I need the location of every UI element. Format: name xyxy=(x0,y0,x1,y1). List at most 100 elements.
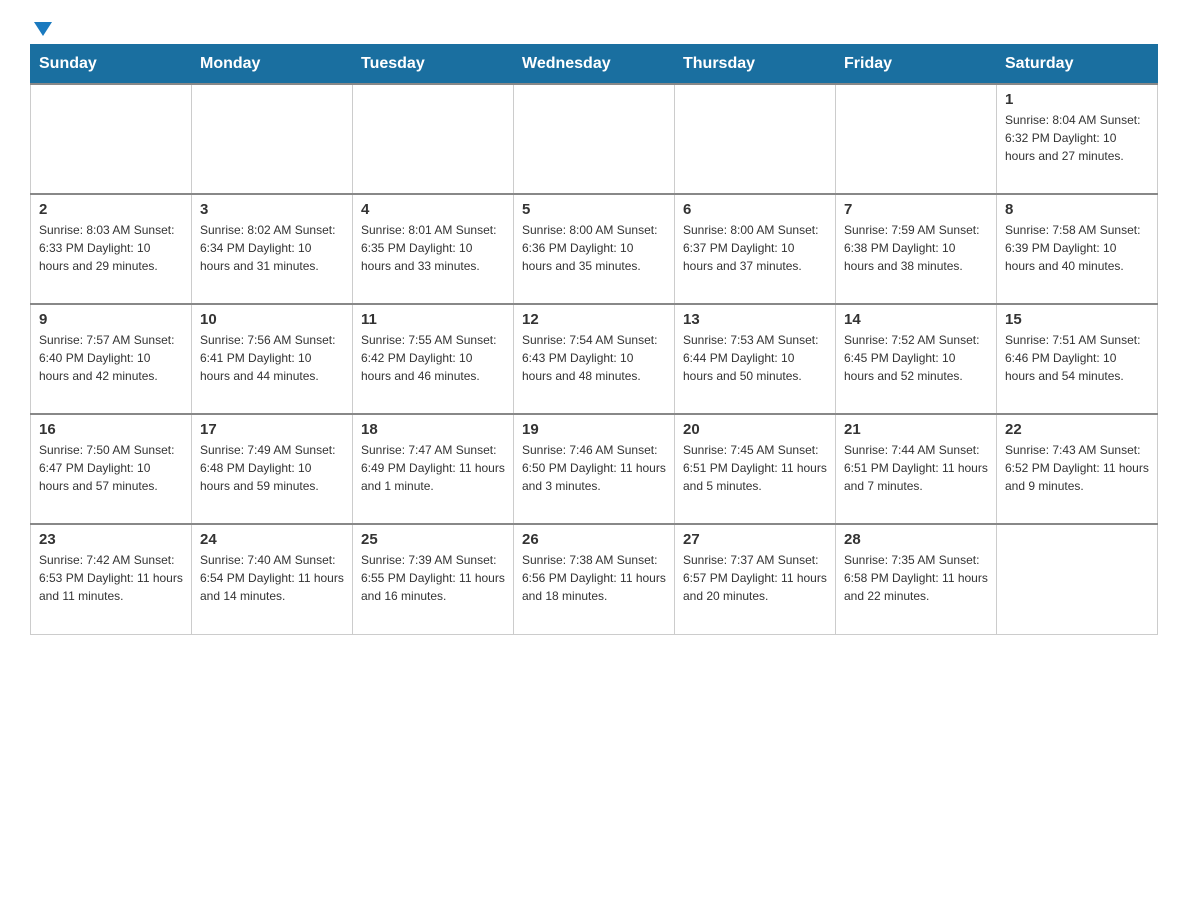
calendar-cell: 12 Sunrise: 7:54 AM Sunset: 6:43 PM Dayli… xyxy=(514,304,675,414)
calendar-cell: 18 Sunrise: 7:47 AM Sunset: 6:49 PM Dayli… xyxy=(353,414,514,524)
header-monday: Monday xyxy=(192,45,353,85)
calendar-cell: 23 Sunrise: 7:42 AM Sunset: 6:53 PM Dayli… xyxy=(31,524,192,634)
week-row-3: 9 Sunrise: 7:57 AM Sunset: 6:40 PM Daylig… xyxy=(31,304,1158,414)
calendar-cell: 11Sunrise: 7:55 AM Sunset: 6:42 PM Dayli… xyxy=(353,304,514,414)
day-number: 23 xyxy=(39,531,183,548)
day-info: Sunrise: 7:42 AM Sunset: 6:53 PM Dayligh… xyxy=(39,551,183,605)
calendar-cell: 5 Sunrise: 8:00 AM Sunset: 6:36 PM Daylig… xyxy=(514,194,675,304)
day-number: 1 xyxy=(1005,91,1149,108)
day-number: 19 xyxy=(522,421,666,438)
day-info: Sunrise: 7:55 AM Sunset: 6:42 PM Dayligh… xyxy=(361,331,505,385)
day-info: Sunrise: 7:38 AM Sunset: 6:56 PM Dayligh… xyxy=(522,551,666,605)
day-info: Sunrise: 7:37 AM Sunset: 6:57 PM Dayligh… xyxy=(683,551,827,605)
day-info: Sunrise: 8:02 AM Sunset: 6:34 PM Dayligh… xyxy=(200,221,344,275)
day-info: Sunrise: 7:52 AM Sunset: 6:45 PM Dayligh… xyxy=(844,331,988,385)
day-number: 6 xyxy=(683,201,827,218)
day-info: Sunrise: 8:00 AM Sunset: 6:37 PM Dayligh… xyxy=(683,221,827,275)
calendar-cell: 10Sunrise: 7:56 AM Sunset: 6:41 PM Dayli… xyxy=(192,304,353,414)
day-info: Sunrise: 7:45 AM Sunset: 6:51 PM Dayligh… xyxy=(683,441,827,495)
calendar-cell: 22 Sunrise: 7:43 AM Sunset: 6:52 PM Dayli… xyxy=(997,414,1158,524)
day-info: Sunrise: 8:03 AM Sunset: 6:33 PM Dayligh… xyxy=(39,221,183,275)
calendar-cell: 4Sunrise: 8:01 AM Sunset: 6:35 PM Daylig… xyxy=(353,194,514,304)
day-info: Sunrise: 7:50 AM Sunset: 6:47 PM Dayligh… xyxy=(39,441,183,495)
calendar-cell: 26 Sunrise: 7:38 AM Sunset: 6:56 PM Dayli… xyxy=(514,524,675,634)
day-info: Sunrise: 7:51 AM Sunset: 6:46 PM Dayligh… xyxy=(1005,331,1149,385)
day-info: Sunrise: 7:35 AM Sunset: 6:58 PM Dayligh… xyxy=(844,551,988,605)
day-info: Sunrise: 7:39 AM Sunset: 6:55 PM Dayligh… xyxy=(361,551,505,605)
day-info: Sunrise: 7:49 AM Sunset: 6:48 PM Dayligh… xyxy=(200,441,344,495)
day-number: 17 xyxy=(200,421,344,438)
week-row-1: 1 Sunrise: 8:04 AM Sunset: 6:32 PM Daylig… xyxy=(31,84,1158,194)
day-info: Sunrise: 7:44 AM Sunset: 6:51 PM Dayligh… xyxy=(844,441,988,495)
calendar-header-row: SundayMondayTuesdayWednesdayThursdayFrid… xyxy=(31,45,1158,85)
calendar-cell xyxy=(836,84,997,194)
calendar-cell: 9 Sunrise: 7:57 AM Sunset: 6:40 PM Daylig… xyxy=(31,304,192,414)
header-tuesday: Tuesday xyxy=(353,45,514,85)
day-info: Sunrise: 7:59 AM Sunset: 6:38 PM Dayligh… xyxy=(844,221,988,275)
calendar-cell: 16 Sunrise: 7:50 AM Sunset: 6:47 PM Dayli… xyxy=(31,414,192,524)
day-number: 15 xyxy=(1005,311,1149,328)
calendar-cell: 17 Sunrise: 7:49 AM Sunset: 6:48 PM Dayli… xyxy=(192,414,353,524)
calendar-cell: 13Sunrise: 7:53 AM Sunset: 6:44 PM Dayli… xyxy=(675,304,836,414)
calendar-cell xyxy=(675,84,836,194)
day-number: 3 xyxy=(200,201,344,218)
day-number: 9 xyxy=(39,311,183,328)
day-number: 13 xyxy=(683,311,827,328)
day-info: Sunrise: 8:00 AM Sunset: 6:36 PM Dayligh… xyxy=(522,221,666,275)
calendar-cell: 2 Sunrise: 8:03 AM Sunset: 6:33 PM Daylig… xyxy=(31,194,192,304)
calendar-cell: 14 Sunrise: 7:52 AM Sunset: 6:45 PM Dayli… xyxy=(836,304,997,414)
day-number: 14 xyxy=(844,311,988,328)
day-number: 27 xyxy=(683,531,827,548)
day-info: Sunrise: 7:58 AM Sunset: 6:39 PM Dayligh… xyxy=(1005,221,1149,275)
week-row-4: 16 Sunrise: 7:50 AM Sunset: 6:47 PM Dayli… xyxy=(31,414,1158,524)
calendar-cell: 3 Sunrise: 8:02 AM Sunset: 6:34 PM Daylig… xyxy=(192,194,353,304)
header-wednesday: Wednesday xyxy=(514,45,675,85)
calendar-cell: 1 Sunrise: 8:04 AM Sunset: 6:32 PM Daylig… xyxy=(997,84,1158,194)
day-info: Sunrise: 8:01 AM Sunset: 6:35 PM Dayligh… xyxy=(361,221,505,275)
calendar-cell xyxy=(514,84,675,194)
day-number: 22 xyxy=(1005,421,1149,438)
day-info: Sunrise: 8:04 AM Sunset: 6:32 PM Dayligh… xyxy=(1005,111,1149,165)
calendar-cell: 6 Sunrise: 8:00 AM Sunset: 6:37 PM Daylig… xyxy=(675,194,836,304)
day-info: Sunrise: 7:46 AM Sunset: 6:50 PM Dayligh… xyxy=(522,441,666,495)
calendar-cell: 20 Sunrise: 7:45 AM Sunset: 6:51 PM Dayli… xyxy=(675,414,836,524)
day-number: 7 xyxy=(844,201,988,218)
day-number: 20 xyxy=(683,421,827,438)
calendar-cell xyxy=(353,84,514,194)
calendar-cell: 7 Sunrise: 7:59 AM Sunset: 6:38 PM Daylig… xyxy=(836,194,997,304)
header-thursday: Thursday xyxy=(675,45,836,85)
day-info: Sunrise: 7:43 AM Sunset: 6:52 PM Dayligh… xyxy=(1005,441,1149,495)
day-number: 25 xyxy=(361,531,505,548)
day-number: 28 xyxy=(844,531,988,548)
day-number: 16 xyxy=(39,421,183,438)
header-sunday: Sunday xyxy=(31,45,192,85)
day-info: Sunrise: 7:47 AM Sunset: 6:49 PM Dayligh… xyxy=(361,441,505,495)
calendar-cell: 19 Sunrise: 7:46 AM Sunset: 6:50 PM Dayli… xyxy=(514,414,675,524)
week-row-2: 2 Sunrise: 8:03 AM Sunset: 6:33 PM Daylig… xyxy=(31,194,1158,304)
header-friday: Friday xyxy=(836,45,997,85)
calendar-cell xyxy=(192,84,353,194)
logo-triangle-icon xyxy=(34,22,52,36)
day-info: Sunrise: 7:54 AM Sunset: 6:43 PM Dayligh… xyxy=(522,331,666,385)
calendar-cell: 25 Sunrise: 7:39 AM Sunset: 6:55 PM Dayli… xyxy=(353,524,514,634)
logo xyxy=(30,20,52,34)
calendar-cell xyxy=(997,524,1158,634)
calendar-table: SundayMondayTuesdayWednesdayThursdayFrid… xyxy=(30,44,1158,635)
day-number: 18 xyxy=(361,421,505,438)
header-saturday: Saturday xyxy=(997,45,1158,85)
calendar-cell: 15 Sunrise: 7:51 AM Sunset: 6:46 PM Dayli… xyxy=(997,304,1158,414)
day-number: 26 xyxy=(522,531,666,548)
day-number: 24 xyxy=(200,531,344,548)
calendar-cell: 28 Sunrise: 7:35 AM Sunset: 6:58 PM Dayli… xyxy=(836,524,997,634)
day-info: Sunrise: 7:40 AM Sunset: 6:54 PM Dayligh… xyxy=(200,551,344,605)
day-number: 2 xyxy=(39,201,183,218)
day-number: 12 xyxy=(522,311,666,328)
day-info: Sunrise: 7:57 AM Sunset: 6:40 PM Dayligh… xyxy=(39,331,183,385)
week-row-5: 23 Sunrise: 7:42 AM Sunset: 6:53 PM Dayli… xyxy=(31,524,1158,634)
calendar-cell: 27 Sunrise: 7:37 AM Sunset: 6:57 PM Dayli… xyxy=(675,524,836,634)
day-number: 5 xyxy=(522,201,666,218)
calendar-cell: 21Sunrise: 7:44 AM Sunset: 6:51 PM Dayli… xyxy=(836,414,997,524)
page-header xyxy=(30,20,1158,34)
day-number: 8 xyxy=(1005,201,1149,218)
calendar-cell: 8 Sunrise: 7:58 AM Sunset: 6:39 PM Daylig… xyxy=(997,194,1158,304)
